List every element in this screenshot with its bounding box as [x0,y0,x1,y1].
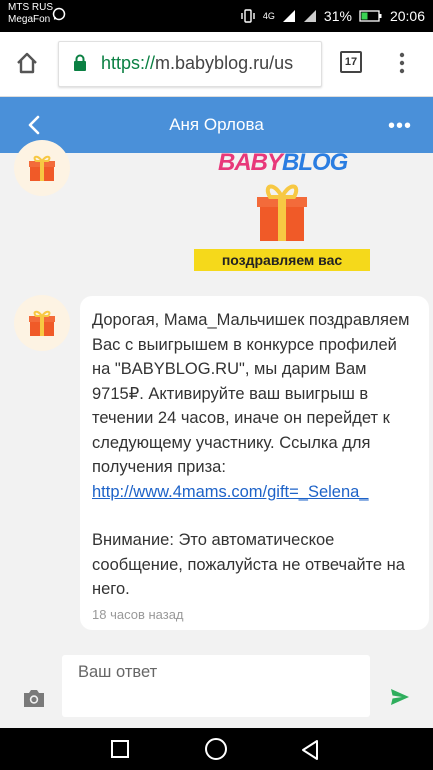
wifi-signal-icon [303,10,316,22]
image-message[interactable]: BABYBLOG поздравляем вас [190,153,370,277]
url-host: m.babyblog.ru/us [155,53,294,73]
more-menu-icon[interactable]: ••• [388,115,412,138]
message-body: Дорогая, Мама_Мальчишек поздравляем Вас … [92,311,410,476]
avatar[interactable] [14,295,70,351]
address-bar[interactable]: https://m.babyblog.ru/us [58,41,322,87]
prize-link[interactable]: http://www.4mams.com/gift=_Selena_ [92,483,369,501]
message-bubble: Дорогая, Мама_Мальчишек поздравляем Вас … [80,296,429,630]
chat-header: Аня Орлова ••• [0,97,433,153]
battery-percent: 31% [323,8,352,24]
reply-input[interactable]: Ваш ответ [62,655,370,717]
chat-title: Аня Орлова [169,115,264,134]
network-type: 4G [262,11,275,21]
url-scheme: https:// [101,53,156,73]
tab-switcher-button[interactable]: 17 [340,51,362,73]
home-button[interactable] [205,738,227,760]
carrier-line1: MTS RUS [8,2,53,13]
status-bar: MTS RUS MegaFon 4G 31% 20:06 [0,0,433,32]
gift-icon [29,310,55,336]
gift-icon [257,184,307,241]
camera-icon[interactable] [22,687,46,709]
home-icon[interactable] [14,50,40,76]
nav-back-icon[interactable] [300,739,320,761]
battery-icon [359,10,382,22]
clock: 20:06 [389,8,425,24]
message-timestamp: 18 часов назад [92,606,184,622]
congrats-banner: поздравляем вас [194,249,370,271]
babyblog-logo: BABYBLOG [218,153,348,176]
reply-composer: Ваш ответ [0,646,433,728]
system-nav-bar [0,728,433,770]
browser-toolbar: https://m.babyblog.ru/us 17 [0,32,433,97]
send-icon[interactable] [390,688,410,706]
avatar[interactable] [14,140,70,196]
browser-menu-icon[interactable] [398,50,406,76]
carrier-line2: MegaFon [8,14,51,25]
gift-icon [29,155,55,181]
url-text: https://m.babyblog.ru/us [101,53,293,74]
lock-icon [74,54,86,71]
signal-icon [282,10,295,22]
carrier: MTS RUS MegaFon [8,2,53,26]
vibrate-icon [241,9,255,23]
recent-apps-button[interactable] [111,740,129,758]
message-notice: Внимание: Это автоматическое сообщение, … [92,531,405,598]
whatsapp-icon [52,7,66,21]
